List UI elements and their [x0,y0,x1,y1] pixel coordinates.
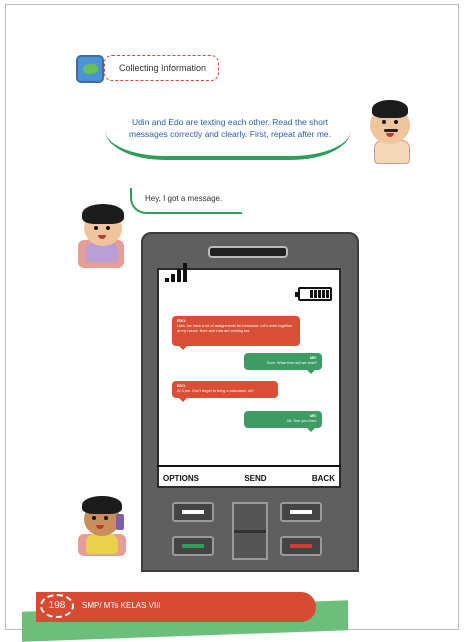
message-bubble: EDO: At 3 pm. Don't forget to bring a ca… [172,381,278,402]
message-text: Ok. See you then. [286,419,317,423]
teacher-illustration [366,100,414,164]
phone-speaker [208,246,288,258]
message-text: At 3 pm. Don't forget to bring a calcula… [177,389,254,393]
leaf-icon [76,55,104,83]
message-text: Udin, we have a lot of assignments for t… [177,324,293,333]
battery-icon [295,287,332,301]
left-softkey-button[interactable] [172,502,214,522]
message-bubble: ME: Ok. See you then. [244,411,322,432]
message-text: Sure. What time will we start? [266,361,317,365]
right-softkey-button[interactable] [280,502,322,522]
send-softkey[interactable]: SEND [244,474,266,483]
boy-illustration [78,204,128,268]
message-bubble: ME: Sure. What time will we start? [244,353,322,374]
instruction-text: Udin and Edo are texting each other. Rea… [128,117,332,139]
message-bubble: EDO: Udin, we have a lot of assignments … [172,316,300,350]
softkey-bar: OPTIONS SEND BACK [157,465,341,487]
navigation-button[interactable] [232,502,268,560]
boy-with-phone-illustration [78,494,128,558]
book-title: SMP/ MTs KELAS VIII [82,601,161,610]
end-call-button[interactable] [280,536,322,556]
phone-screen [157,268,341,488]
page-number: 198 [40,594,74,618]
speech-text: Hey, I got a message. [145,194,223,203]
back-softkey[interactable]: BACK [312,474,335,483]
footer-banner [36,592,316,622]
options-softkey[interactable]: OPTIONS [163,474,199,483]
call-button[interactable] [172,536,214,556]
section-title: Collecting Information [104,55,219,81]
